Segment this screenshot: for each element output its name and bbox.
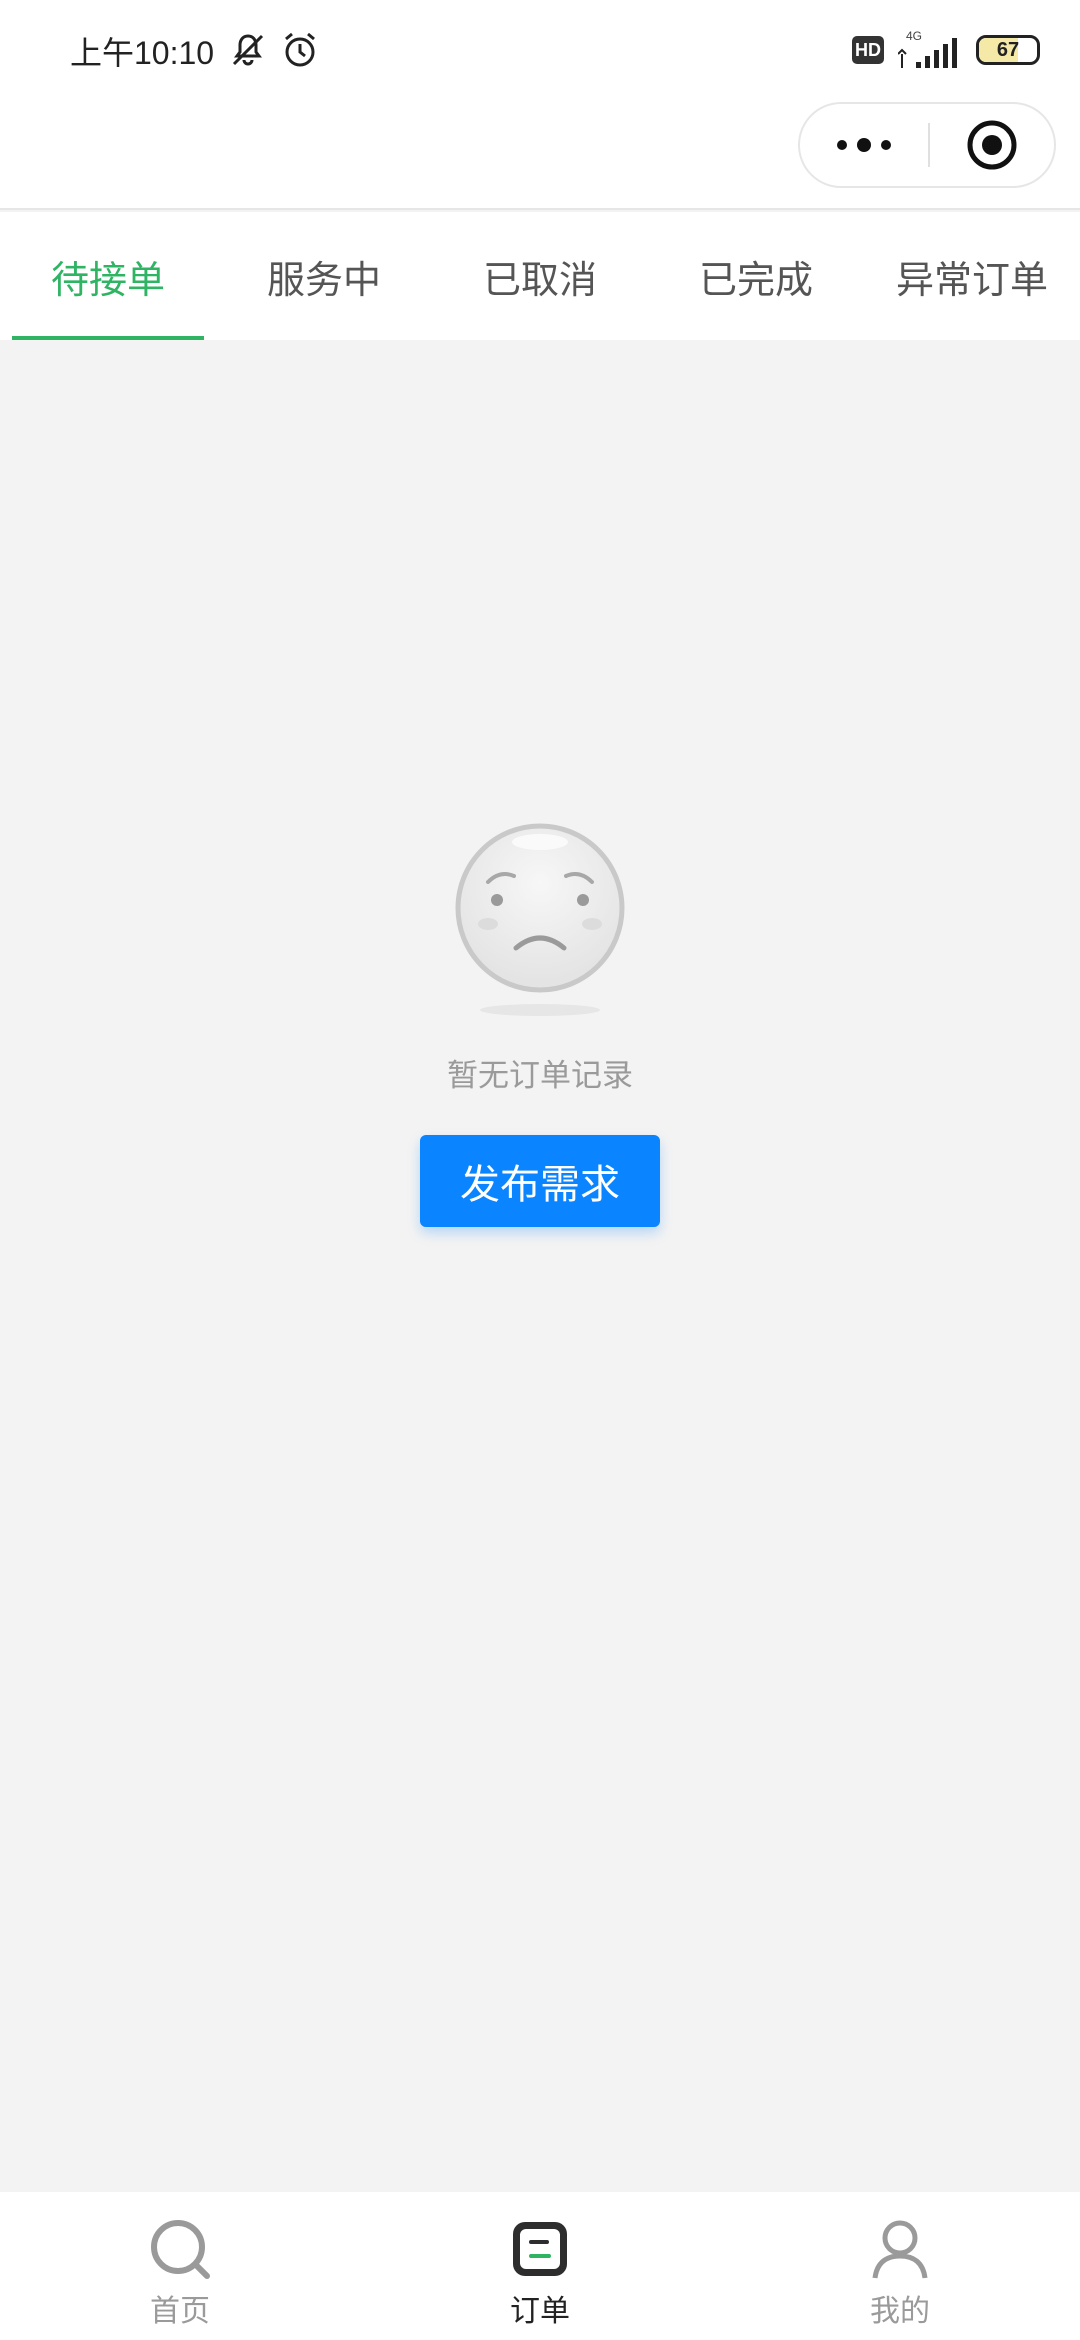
tab-completed[interactable]: 已完成 — [648, 212, 864, 340]
order-status-tabs: 待接单 服务中 已取消 已完成 异常订单 — [0, 212, 1080, 340]
mute-icon — [232, 34, 264, 66]
target-close-icon — [967, 120, 1017, 170]
empty-message: 暂无订单记录 — [447, 1058, 633, 1094]
nav-item-profile[interactable]: 我的 — [720, 2192, 1080, 2340]
more-button[interactable] — [800, 104, 928, 186]
nav-label-orders: 订单 — [510, 2294, 570, 2329]
sad-face-icon — [455, 823, 625, 1016]
nav-item-orders[interactable]: 订单 — [360, 2192, 720, 2340]
signal-icon: 4G — [898, 29, 957, 68]
empty-state: 暂无订单记录 发布需求 — [0, 820, 1080, 1227]
title-bar — [0, 100, 1080, 210]
tab-pending[interactable]: 待接单 — [0, 212, 216, 340]
close-mini-program-button[interactable] — [930, 104, 1054, 186]
status-time: 上午10:10 — [70, 35, 215, 71]
user-icon — [872, 2220, 928, 2279]
tab-in-service[interactable]: 服务中 — [216, 212, 432, 340]
nav-label-home: 首页 — [150, 2294, 210, 2329]
search-icon — [151, 2220, 210, 2279]
more-dots-icon — [837, 138, 891, 152]
orders-page: 上午10:10 HD 4G 67 待接单 服务中 已取消 已完成 异常订单 暂无… — [0, 0, 1080, 2340]
order-icon — [513, 2222, 567, 2276]
bottom-nav: 首页 订单 我的 — [0, 2192, 1080, 2340]
publish-demand-button[interactable]: 发布需求 — [420, 1135, 660, 1227]
status-right: HD 4G 67 — [852, 28, 1040, 72]
battery-indicator: 67 — [976, 35, 1040, 65]
battery-level: 67 — [996, 38, 1020, 61]
status-bar: 上午10:10 HD 4G 67 — [0, 0, 1080, 100]
alarm-icon — [285, 32, 315, 67]
mini-program-capsule — [798, 102, 1056, 188]
network-type: 4G — [906, 29, 922, 43]
nav-label-profile: 我的 — [870, 2294, 930, 2329]
tab-abnormal[interactable]: 异常订单 — [864, 212, 1080, 340]
nav-item-home[interactable]: 首页 — [0, 2192, 360, 2340]
tab-cancelled[interactable]: 已取消 — [432, 212, 648, 340]
hd-badge: HD — [852, 36, 884, 64]
